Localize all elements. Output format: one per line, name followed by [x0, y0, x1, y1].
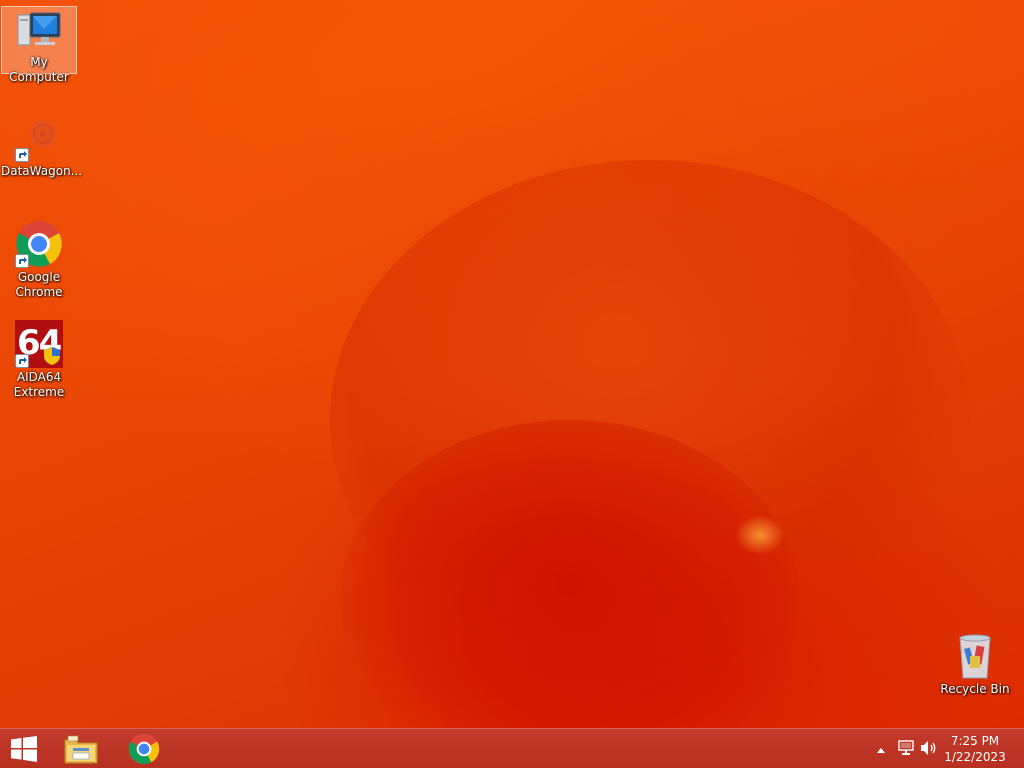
wallpaper-highlight: [735, 515, 785, 555]
show-hidden-icons-chevron[interactable]: [876, 743, 886, 753]
taskbar-file-explorer-button[interactable]: [52, 729, 112, 769]
recycle-bin-icon: [951, 632, 999, 680]
shortcut-arrow-icon: [15, 254, 29, 268]
desktop-icon-label: My Computer: [9, 55, 69, 84]
desktop-icon-datawagon[interactable]: DataWagon...: [1, 110, 83, 180]
network-icon[interactable]: [898, 740, 914, 756]
desktop-icon-label: Google Chrome: [15, 270, 63, 299]
clock-date: 1/22/2023: [944, 750, 1006, 764]
wallpaper-swirl-inner: [340, 420, 800, 728]
desktop-icon-label: Recycle Bin: [940, 682, 1010, 696]
clock-time: 7:25 PM: [950, 734, 1000, 748]
windows-start-icon: [11, 736, 37, 762]
desktop-wallpaper: My Computer DataWagon... Google Chrome 6…: [0, 0, 1024, 728]
datawagon-icon: [15, 114, 63, 162]
clock[interactable]: 7:25 PM 1/22/2023: [938, 733, 1012, 765]
chrome-icon: [128, 733, 160, 765]
start-button[interactable]: [0, 729, 48, 769]
desktop-icon-recycle-bin[interactable]: Recycle Bin: [937, 628, 1013, 700]
wallpaper-swirl: [330, 160, 970, 680]
volume-icon[interactable]: [920, 740, 938, 756]
chrome-icon: [15, 220, 63, 268]
desktop-icon-label: DataWagon...: [1, 164, 83, 178]
file-explorer-icon: [64, 735, 98, 764]
aida64-icon: 64: [15, 320, 63, 368]
system-tray: [870, 729, 940, 769]
taskbar: 7:25 PM 1/22/2023: [0, 728, 1024, 768]
desktop-icon-label: AIDA64 Extreme: [13, 370, 65, 399]
desktop-icon-google-chrome[interactable]: Google Chrome: [1, 216, 77, 300]
taskbar-chrome-button[interactable]: [114, 729, 174, 769]
shortcut-arrow-icon: [15, 354, 29, 368]
shortcut-arrow-icon: [15, 148, 29, 162]
computer-icon: [16, 9, 62, 53]
desktop-icon-my-computer[interactable]: My Computer: [1, 6, 77, 84]
desktop-icon-aida64-extreme[interactable]: 64 AIDA64 Extreme: [1, 316, 77, 402]
